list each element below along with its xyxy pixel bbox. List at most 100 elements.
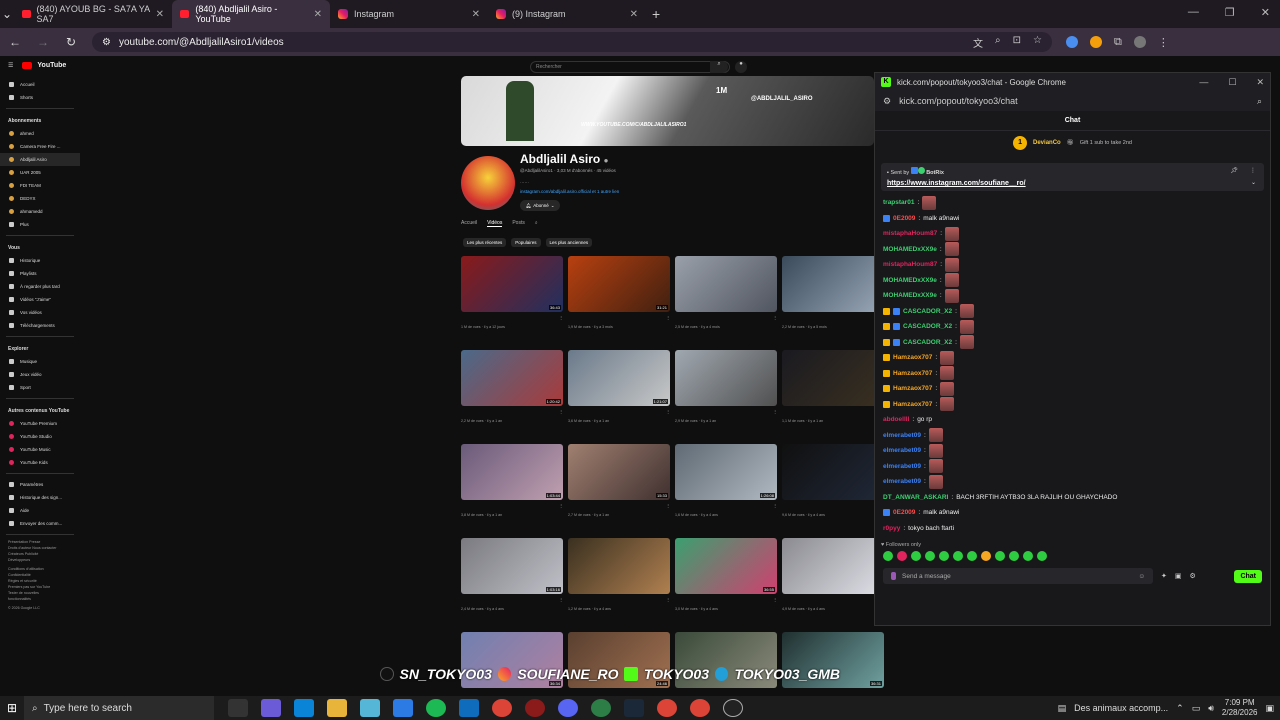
chat-message[interactable]: CASCADOR_X2: xyxy=(883,304,1262,320)
menu-icon[interactable]: ⋮ xyxy=(1158,36,1169,49)
footer-line[interactable]: Développeurs xyxy=(8,557,80,563)
video-thumbnail[interactable]: 1:26:08 xyxy=(675,444,777,500)
video-title[interactable]: ⋮ xyxy=(782,409,884,419)
video-thumbnail[interactable]: 15:33 xyxy=(568,444,670,500)
video-thumbnail[interactable] xyxy=(568,538,670,594)
sidebar-item-sub[interactable]: DEDYX xyxy=(0,192,80,205)
outlook-icon[interactable] xyxy=(459,699,479,717)
back-icon[interactable]: ← xyxy=(8,35,22,49)
emote-icon[interactable] xyxy=(1037,551,1047,561)
video-title[interactable]: ⋮ xyxy=(782,597,884,607)
sidebar-item-premium[interactable]: YouTube Premium xyxy=(0,417,80,430)
zoom-icon[interactable]: ⌕ xyxy=(995,35,1001,50)
chrome-icon[interactable] xyxy=(657,699,677,717)
sidebar-item-gaming[interactable]: Jeux vidéo xyxy=(0,368,80,381)
video-card[interactable]: ⋮4,9 M de vues · il y a 4 ans xyxy=(782,538,884,611)
extension-icon[interactable] xyxy=(1090,35,1102,48)
sidebar-item-music-app[interactable]: YouTube Music xyxy=(0,443,80,456)
send-chat-button[interactable]: Chat xyxy=(1234,569,1262,583)
maximize-icon[interactable]: ☐ xyxy=(1228,77,1236,88)
more-icon[interactable]: ⋮ xyxy=(1250,167,1256,174)
emote-icon[interactable] xyxy=(939,551,949,561)
chrome-icon[interactable] xyxy=(492,699,512,717)
sidebar-item-sub[interactable]: Abdljalil Asiro xyxy=(0,153,80,166)
chat-message[interactable]: r0pyy: tokyo bach ftarti xyxy=(883,521,1262,537)
chat-username[interactable]: CASCADOR_X2 xyxy=(903,339,952,346)
windows-start-icon[interactable]: ⊞ xyxy=(0,701,24,715)
chat-message[interactable]: MOHAMEDxXX9e: xyxy=(883,242,1262,258)
video-card[interactable]: ⋮9,6 M de vues · il y a 4 ans xyxy=(782,444,884,517)
chat-message[interactable]: elmerabet09: xyxy=(883,443,1262,459)
chat-username[interactable]: MOHAMEDxXX9e xyxy=(883,292,937,299)
sidebar-item-liked[interactable]: Vidéos "J'aime" xyxy=(0,293,80,306)
sidebar-item-watch-later[interactable]: À regarder plus tard xyxy=(0,280,80,293)
video-thumbnail[interactable] xyxy=(782,256,884,312)
emote-icon[interactable] xyxy=(953,551,963,561)
sidebar-item-sub[interactable]: ahmamedd xyxy=(0,205,80,218)
chat-username[interactable]: elmerabet09 xyxy=(883,478,921,485)
chat-username[interactable]: Hamzaox707 xyxy=(893,385,932,392)
chat-username[interactable]: CASCADOR_X2 xyxy=(903,308,952,315)
video-title[interactable]: ⋮ xyxy=(461,503,563,513)
pinned-message[interactable]: ▪ Sent by BotRix 📌︎ ⋮ https://www.instag… xyxy=(881,163,1264,191)
news-icon[interactable]: ▤ xyxy=(1058,703,1067,714)
chat-message[interactable]: Hamzaox707: xyxy=(883,350,1262,366)
obs-icon[interactable] xyxy=(723,699,743,717)
channel-description[interactable]: …… xyxy=(520,179,730,184)
video-card[interactable]: ⋮ 1,2 M de vues · il y a 4 ans xyxy=(568,538,670,611)
chat-message[interactable]: Hamzaox707: xyxy=(883,366,1262,382)
video-card[interactable]: 1:03:44 ⋮ 3,8 M de vues · il y a 1 an xyxy=(461,444,563,517)
chat-message[interactable]: CASCADOR_X2: xyxy=(883,319,1262,335)
video-card[interactable]: ⋮ 2,9 M de vues · il y a 1 an xyxy=(675,350,777,423)
video-card[interactable]: 1:20:42 ⋮ 2,2 M de vues · il y a 1 an xyxy=(461,350,563,423)
chat-username[interactable]: MOHAMEDxXX9e xyxy=(883,277,937,284)
tab-1[interactable]: (840) Abdljalil Asiro - YouTube ✕ xyxy=(172,0,330,28)
emote-icon[interactable] xyxy=(911,551,921,561)
emoji-icon[interactable]: ☺ xyxy=(1138,573,1145,580)
sidebar-item-music[interactable]: Musique xyxy=(0,355,80,368)
video-title[interactable]: ⋮ xyxy=(461,409,563,419)
app-icon[interactable] xyxy=(525,699,545,717)
chat-username[interactable]: elmerabet09 xyxy=(883,463,921,470)
video-title[interactable]: ⋮ xyxy=(461,315,563,325)
sidebar-item-downloads[interactable]: Téléchargements xyxy=(0,319,80,332)
chat-username[interactable]: abdoellll xyxy=(883,416,909,423)
video-thumbnail[interactable]: 31:21 xyxy=(568,256,670,312)
video-title[interactable]: ⋮ xyxy=(675,315,777,325)
video-card[interactable]: 36:55 ⋮ 3,0 M de vues · il y a 4 ans xyxy=(675,538,777,611)
video-card[interactable]: 15:33 ⋮ 2,7 M de vues · il y a 1 an xyxy=(568,444,670,517)
chat-username[interactable]: Hamzaox707 xyxy=(893,370,932,377)
emote-icon[interactable] xyxy=(995,551,1005,561)
chat-message[interactable]: elmerabet09: xyxy=(883,428,1262,444)
video-thumbnail[interactable] xyxy=(675,256,777,312)
chevron-up-icon[interactable]: ⌃ xyxy=(1176,703,1184,714)
video-card[interactable]: 36:43 ⋮ 1 M de vues · il y a 12 jours xyxy=(461,256,563,329)
video-title[interactable]: ⋮ xyxy=(568,597,670,607)
video-thumbnail[interactable] xyxy=(675,350,777,406)
rewards-icon[interactable]: ✦ xyxy=(1161,572,1167,580)
video-title[interactable]: ⋮ xyxy=(568,503,670,513)
tab-3[interactable]: (9) Instagram ✕ xyxy=(488,0,646,28)
chat-username[interactable]: CASCADOR_X2 xyxy=(903,323,952,330)
bookmark-star-icon[interactable]: ☆ xyxy=(1033,35,1042,50)
chat-message[interactable]: 0E2009: malk a9nawi xyxy=(883,211,1262,227)
section-title[interactable]: Vous xyxy=(0,242,80,254)
search-input[interactable]: Rechercher xyxy=(530,61,730,73)
app-icon[interactable] xyxy=(591,699,611,717)
sidebar-item-report-history[interactable]: Historique des sign... xyxy=(0,491,80,504)
sidebar-item-settings[interactable]: Paramètres xyxy=(0,478,80,491)
chat-username[interactable]: DT_ANWAR_ASKARI xyxy=(883,494,948,501)
sidebar-item-home[interactable]: Accueil xyxy=(0,78,80,91)
news-widget[interactable]: Des animaux accomp... xyxy=(1074,703,1168,713)
edge-icon[interactable] xyxy=(294,699,314,717)
sidebar-item-kids[interactable]: YouTube Kids xyxy=(0,456,80,469)
video-thumbnail[interactable] xyxy=(782,350,884,406)
close-icon[interactable]: ✕ xyxy=(314,9,322,20)
taskbar-search[interactable]: ⌕ Type here to search xyxy=(24,696,214,720)
video-title[interactable]: ⋮ xyxy=(461,597,563,607)
sidebar-item-more[interactable]: Plus xyxy=(0,218,80,231)
video-title[interactable]: ⋮ xyxy=(782,503,884,513)
video-card[interactable]: 1:26:08 ⋮ 1,6 M de vues · il y a 4 ans xyxy=(675,444,777,517)
sidebar-item-sub[interactable]: FDI TEAM xyxy=(0,179,80,192)
sidebar-item-your-videos[interactable]: Vos vidéos xyxy=(0,306,80,319)
